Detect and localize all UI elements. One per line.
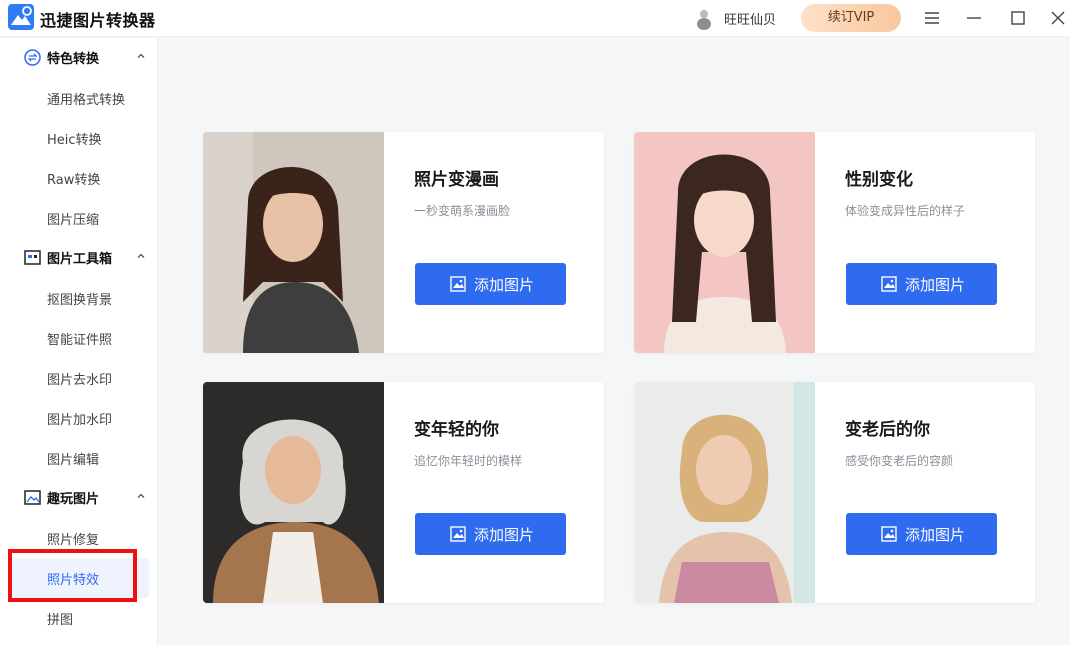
toolbox-icon: [24, 250, 41, 265]
convert-icon: [24, 49, 41, 66]
card-subtitle: 感受你变老后的容颜: [845, 454, 954, 468]
sidebar-item-label: 图片去水印: [47, 373, 113, 388]
add-image-button[interactable]: 添加图片: [846, 513, 997, 555]
chevron-up-icon[interactable]: [136, 491, 146, 501]
sidebar-item-label: 图片加水印: [47, 413, 113, 428]
card-title: 变老后的你: [845, 420, 930, 440]
add-image-label: 添加图片: [474, 276, 535, 294]
feature-card-gender-swap: 性别变化 体验变成异性后的样子 添加图片: [634, 132, 1035, 353]
username[interactable]: 旺旺仙贝: [724, 9, 776, 28]
card-title: 性别变化: [845, 170, 913, 190]
sidebar-item-label: 通用格式转换: [47, 93, 126, 108]
add-image-label: 添加图片: [905, 526, 966, 544]
renew-vip-button[interactable]: 续订VIP: [801, 4, 901, 32]
fun-image-icon: [24, 490, 41, 505]
feature-card-younger: 变年轻的你 追忆你年轻时的模样 添加图片: [203, 382, 604, 603]
sidebar-section-toolbox[interactable]: 图片工具箱: [0, 238, 158, 276]
maximize-icon[interactable]: [1006, 6, 1030, 30]
title-bar: 迅捷图片转换器 旺旺仙贝 续订VIP: [0, 0, 1070, 37]
add-image-label: 添加图片: [905, 276, 966, 294]
feature-card-older: 变老后的你 感受你变老后的容颜 添加图片: [634, 382, 1035, 603]
sidebar-item-photo-repair[interactable]: 照片修复: [0, 518, 158, 558]
sidebar-item-general-format[interactable]: 通用格式转换: [0, 78, 158, 118]
sidebar-item-heic[interactable]: Heic转换: [0, 118, 158, 158]
image-icon: [881, 526, 897, 542]
portrait-image: [634, 382, 815, 603]
card-subtitle: 追忆你年轻时的模样: [414, 454, 523, 468]
image-icon: [450, 526, 466, 542]
sidebar-item-label: Heic转换: [47, 133, 102, 148]
sidebar-item-remove-watermark[interactable]: 图片去水印: [0, 358, 158, 398]
sidebar-item-label: 图片压缩: [47, 213, 100, 228]
app-title: 迅捷图片转换器: [40, 11, 156, 30]
sidebar-item-collage[interactable]: 拼图: [0, 598, 158, 638]
card-title: 变年轻的你: [414, 420, 499, 440]
add-image-button[interactable]: 添加图片: [846, 263, 997, 305]
sidebar-item-id-photo[interactable]: 智能证件照: [0, 318, 158, 358]
sidebar-section-label: 特色转换: [47, 52, 100, 67]
add-image-button[interactable]: 添加图片: [415, 513, 566, 555]
minimize-icon[interactable]: [962, 6, 986, 30]
sidebar-section-label: 图片工具箱: [47, 252, 113, 267]
chevron-up-icon[interactable]: [136, 251, 146, 261]
close-icon[interactable]: [1046, 6, 1070, 30]
sidebar-item-label: 照片特效: [47, 573, 100, 588]
sidebar-section-fun-images[interactable]: 趣玩图片: [0, 478, 158, 516]
sidebar-item-label: 智能证件照: [47, 333, 113, 348]
sidebar-item-label: 照片修复: [47, 533, 100, 548]
card-title: 照片变漫画: [414, 170, 499, 190]
add-image-label: 添加图片: [474, 526, 535, 544]
sidebar-section-label: 趣玩图片: [47, 492, 100, 507]
sidebar-item-edit[interactable]: 图片编辑: [0, 438, 158, 478]
sidebar-item-label: 抠图换背景: [47, 293, 113, 308]
image-icon: [450, 276, 466, 292]
add-image-button[interactable]: 添加图片: [415, 263, 566, 305]
portrait-image: [634, 132, 815, 353]
sidebar-item-label: Raw转换: [47, 173, 101, 188]
feature-card-photo-to-comic: 照片变漫画 一秒变萌系漫画脸 添加图片: [203, 132, 604, 353]
sidebar-item-photo-effects[interactable]: 照片特效: [10, 558, 149, 598]
chevron-up-icon[interactable]: [136, 51, 146, 61]
sidebar: 特色转换 通用格式转换 Heic转换 Raw转换 图片压缩 图片工具箱 抠图换背…: [0, 38, 158, 645]
portrait-image: [203, 382, 384, 603]
card-subtitle: 一秒变萌系漫画脸: [414, 204, 511, 218]
image-icon: [881, 276, 897, 292]
sidebar-item-raw[interactable]: Raw转换: [0, 158, 158, 198]
sidebar-section-featured-convert[interactable]: 特色转换: [0, 38, 158, 76]
sidebar-item-label: 图片编辑: [47, 453, 100, 468]
avatar[interactable]: [692, 6, 716, 30]
sidebar-item-compress[interactable]: 图片压缩: [0, 198, 158, 238]
portrait-image: [203, 132, 384, 353]
sidebar-item-cutout[interactable]: 抠图换背景: [0, 278, 158, 318]
app-logo-icon: [8, 4, 34, 30]
sidebar-item-label: 拼图: [47, 613, 74, 628]
sidebar-item-add-watermark[interactable]: 图片加水印: [0, 398, 158, 438]
menu-icon[interactable]: [920, 6, 944, 30]
card-subtitle: 体验变成异性后的样子: [845, 204, 966, 218]
